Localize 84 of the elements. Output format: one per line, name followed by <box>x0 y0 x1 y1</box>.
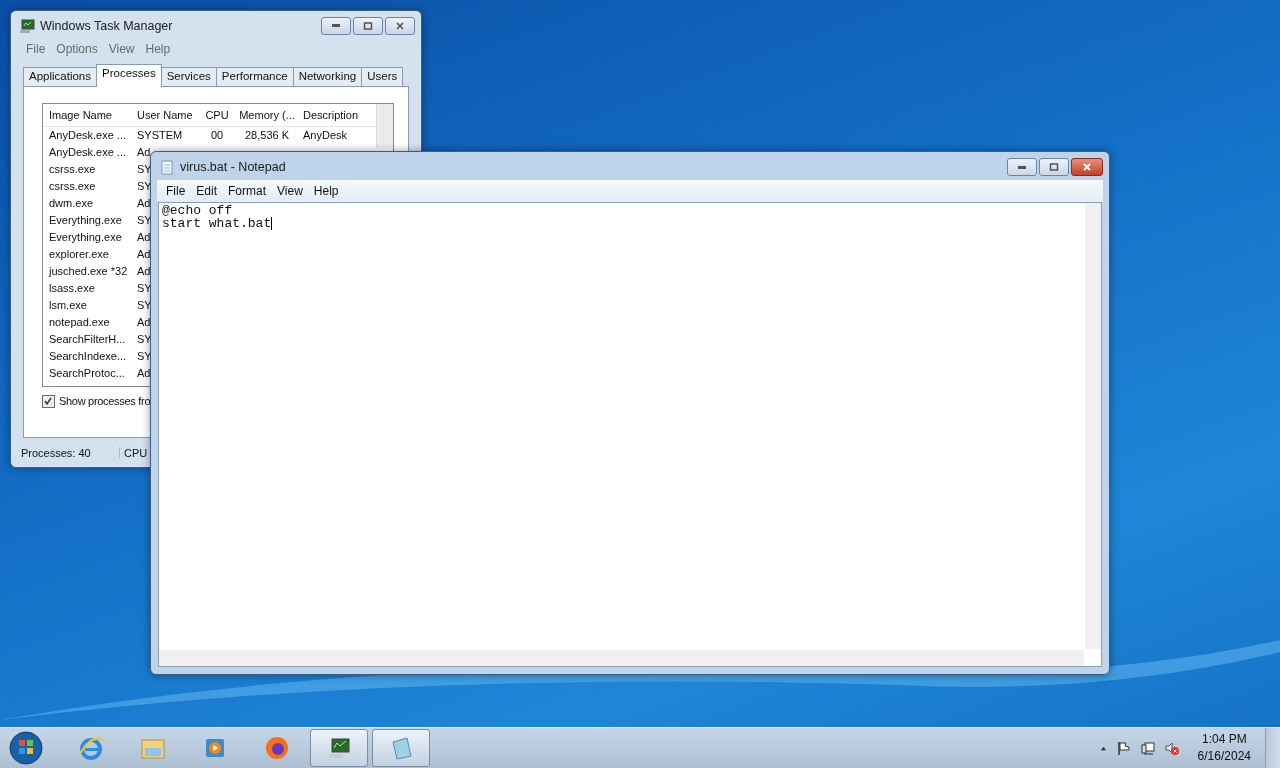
table-cell-text: Ad <box>137 146 152 159</box>
tab[interactable]: Performance <box>215 66 294 87</box>
column-header[interactable]: CPU <box>203 108 235 121</box>
date-text: 6/16/2024 <box>1197 748 1251 765</box>
table-cell-text: SearchIndexe... <box>49 350 128 363</box>
table-cell-text: SearchFilterH... <box>49 333 127 346</box>
table-cell-text: SY <box>137 180 153 193</box>
column-header[interactable]: Description <box>303 108 377 121</box>
fox-globe-icon <box>263 734 291 762</box>
maximize-icon <box>1049 162 1059 172</box>
column-header[interactable]: Image Name <box>49 108 137 121</box>
tab[interactable]: Processes <box>96 63 162 87</box>
menu-item[interactable]: File <box>163 184 192 198</box>
column-header[interactable]: User Name <box>137 108 203 121</box>
table-cell-text: SY <box>137 214 153 227</box>
maximize-button[interactable] <box>1039 158 1069 176</box>
table-cell-text: AnyDesk <box>303 129 349 142</box>
clock[interactable]: 1:04 PM 6/16/2024 <box>1197 731 1251 765</box>
window-title: Windows Task Manager <box>40 18 173 33</box>
monitor-icon <box>19 17 35 34</box>
table-cell-text: lsass.exe <box>49 282 96 295</box>
close-icon <box>1082 162 1092 172</box>
status-text: Processes: 40 <box>17 447 120 460</box>
flag-icon[interactable] <box>1115 740 1132 756</box>
muted-speaker-icon[interactable] <box>1163 740 1180 756</box>
table-cell-text: notepad.exe <box>49 316 111 329</box>
table-cell-text: SY <box>137 333 153 346</box>
minimize-button[interactable] <box>321 16 351 35</box>
table-cell-text: 00 <box>209 129 225 142</box>
network-icon[interactable] <box>1139 740 1156 756</box>
column-header[interactable]: Memory (... <box>235 108 303 121</box>
taskbar-button[interactable] <box>310 729 368 767</box>
tab[interactable]: Users <box>361 66 404 87</box>
scrollbar[interactable] <box>376 103 393 148</box>
close-button[interactable] <box>1071 158 1103 176</box>
notepad-icon <box>159 159 175 175</box>
table-cell-text: SY <box>137 282 153 295</box>
table-cell-text: SY <box>137 299 153 312</box>
maximize-icon <box>363 20 373 31</box>
tab[interactable]: Applications <box>23 66 97 87</box>
scrollbar[interactable] <box>159 650 1084 666</box>
checkbox-label: Show processes fro <box>59 395 151 408</box>
minimize-button[interactable] <box>1007 158 1037 176</box>
menu-item[interactable]: Help <box>310 184 345 198</box>
time-text: 1:04 PM <box>1201 731 1247 748</box>
checkbox[interactable] <box>42 394 55 408</box>
table-cell-text: Ad <box>137 316 152 329</box>
menu-item[interactable]: File <box>23 41 52 56</box>
table-cell-text: Everything.exe <box>49 214 123 227</box>
menu-item[interactable]: Help <box>142 41 177 56</box>
table-cell-text: Ad <box>137 248 152 261</box>
tab[interactable]: Services <box>160 66 217 87</box>
minimize-icon <box>332 24 340 28</box>
menu-item[interactable]: View <box>274 184 309 198</box>
menu-item[interactable]: Edit <box>193 184 224 198</box>
maximize-button[interactable] <box>353 16 383 35</box>
table-cell-text: AnyDesk.exe ... <box>49 129 128 142</box>
window-title: virus.bat - Notepad <box>180 160 286 174</box>
table-cell-text: Ad <box>137 265 152 278</box>
table-cell-text: SYSTEM <box>137 129 184 142</box>
menu-item[interactable]: Format <box>225 184 273 198</box>
table-cell-text: SY <box>137 163 153 176</box>
table-cell-text: Ad <box>137 367 152 380</box>
table-cell-text: csrss.exe <box>49 180 97 193</box>
scrollbar[interactable] <box>1085 203 1101 649</box>
table-cell-text: Ad <box>137 231 152 244</box>
table-cell-text: Everything.exe <box>49 231 123 244</box>
minimize-icon <box>1018 165 1026 169</box>
start-button[interactable] <box>8 730 44 766</box>
table-cell-text: lsm.exe <box>49 299 88 312</box>
table-cell-text: explorer.exe <box>49 248 110 261</box>
table-cell-text: jusched.exe *32 <box>49 265 129 278</box>
table-cell-text: dwm.exe <box>49 197 95 210</box>
table-cell-text: SearchProtoc... <box>49 367 126 380</box>
close-button[interactable] <box>385 16 415 35</box>
close-icon <box>395 20 405 31</box>
tab[interactable]: Networking <box>292 66 363 87</box>
table-cell-text: csrss.exe <box>49 163 97 176</box>
table-cell-text: 28,536 K <box>243 129 290 142</box>
table-cell-text: Ad <box>137 197 152 210</box>
menu-item[interactable]: Options <box>53 41 104 56</box>
table-cell-text: AnyDesk.exe ... <box>49 146 128 159</box>
table-cell-text: SY <box>137 350 153 363</box>
menu-item[interactable]: View <box>105 41 141 56</box>
